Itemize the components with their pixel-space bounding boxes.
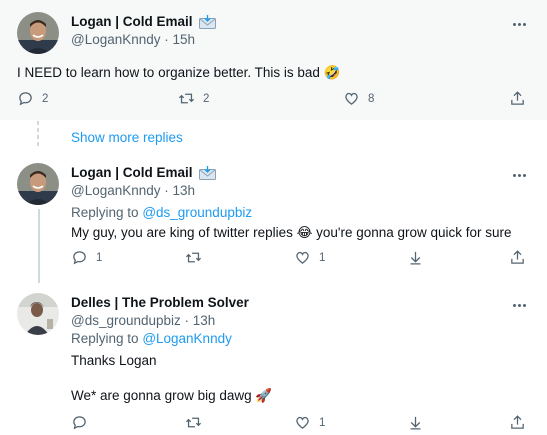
tweet-text-line-1: Thanks Logan <box>71 353 157 368</box>
share-icon <box>511 250 524 264</box>
retweet-icon <box>185 417 202 428</box>
reply-count: 2 <box>42 92 49 105</box>
avatar[interactable] <box>17 12 59 54</box>
thread-gap-dots <box>37 121 40 153</box>
avatar[interactable] <box>17 293 59 335</box>
display-name-text[interactable]: Logan | Cold Email <box>71 165 193 180</box>
tweet-actions: 1 1 <box>0 249 547 269</box>
tweet-text-line-2: We* are gonna grow big dawg 🚀 <box>71 388 273 403</box>
replying-to-label: Replying to <box>71 331 139 346</box>
replying-to-handle-link[interactable]: @ds_groundupbiz <box>142 205 252 220</box>
tweet-text: I NEED to learn how to organize better. … <box>17 65 341 80</box>
download-arrow-icon <box>410 251 421 265</box>
like-count: 1 <box>319 416 326 429</box>
display-name: Delles | The Problem Solver <box>71 295 507 310</box>
retweet-button[interactable] <box>185 414 210 431</box>
handle-and-time: @LoganKnndy · 15h <box>71 32 196 47</box>
handle[interactable]: @LoganKnndy <box>71 32 161 47</box>
like-button[interactable]: 1 <box>294 414 325 431</box>
handle-and-time: @LoganKnndy · 13h <box>71 183 196 198</box>
envelope-icon <box>198 14 216 29</box>
timestamp[interactable]: 13h <box>173 183 196 198</box>
retweet-button[interactable]: 2 <box>178 90 209 107</box>
more-options-icon[interactable] <box>508 297 530 313</box>
retweet-button[interactable] <box>185 249 210 266</box>
display-name-text[interactable]: Delles | The Problem Solver <box>71 295 249 310</box>
retweet-count: 2 <box>203 92 210 105</box>
handle[interactable]: @ds_groundupbiz <box>71 313 181 328</box>
share-button[interactable] <box>509 414 526 431</box>
timestamp[interactable]: 15h <box>173 32 196 47</box>
like-count: 1 <box>319 251 326 264</box>
tip-button[interactable] <box>407 414 424 431</box>
handle-and-time: @ds_groundupbiz · 13h <box>71 313 216 328</box>
reply-button[interactable] <box>71 414 96 431</box>
share-button[interactable] <box>509 90 526 107</box>
replying-to: Replying to @LoganKnndy <box>71 331 232 346</box>
envelope-icon <box>198 165 216 180</box>
tip-button[interactable] <box>407 249 424 266</box>
show-more-replies-link[interactable]: Show more replies <box>71 130 183 145</box>
reply-icon <box>73 251 86 265</box>
handle[interactable]: @LoganKnndy <box>71 183 161 198</box>
share-icon <box>511 415 524 429</box>
replying-to-label: Replying to <box>71 205 139 220</box>
reply-count: 1 <box>96 251 103 264</box>
tweet-logan-reply[interactable]: Logan | Cold Email @LoganKnndy · 13h Rep… <box>0 153 547 283</box>
display-name: Logan | Cold Email <box>71 14 507 29</box>
like-button[interactable]: 1 <box>294 249 325 266</box>
tweet-logan-original[interactable]: Logan | Cold Email @LoganKnndy · 15h I N… <box>0 0 547 120</box>
share-button[interactable] <box>509 249 526 266</box>
share-icon <box>511 91 524 105</box>
more-options-icon[interactable] <box>508 167 530 183</box>
display-name: Logan | Cold Email <box>71 165 507 180</box>
like-count: 8 <box>368 92 375 105</box>
tweet-delles-reply[interactable]: Delles | The Problem Solver @ds_groundup… <box>0 283 547 435</box>
replying-to-handle-link[interactable]: @LoganKnndy <box>142 331 232 346</box>
reply-button[interactable]: 1 <box>71 249 102 266</box>
tweet-text: My guy, you are king of twitter replies … <box>71 225 512 240</box>
timestamp[interactable]: 13h <box>193 313 216 328</box>
display-name-text[interactable]: Logan | Cold Email <box>71 14 193 29</box>
heart-icon <box>296 251 309 264</box>
heart-icon <box>345 92 358 105</box>
retweet-icon <box>178 93 195 104</box>
replying-to: Replying to @ds_groundupbiz <box>71 205 252 220</box>
tweet-actions: 2 2 8 <box>0 90 547 110</box>
heart-icon <box>296 416 309 429</box>
avatar[interactable] <box>17 163 59 205</box>
thread-connector-line <box>38 209 40 283</box>
reply-icon <box>73 416 86 430</box>
reply-button[interactable]: 2 <box>17 90 48 107</box>
retweet-icon <box>185 252 202 263</box>
reply-icon <box>19 92 32 106</box>
tweet-actions: 1 <box>0 414 547 434</box>
like-button[interactable]: 8 <box>343 90 374 107</box>
more-options-icon[interactable] <box>508 16 530 32</box>
download-arrow-icon <box>410 416 421 430</box>
